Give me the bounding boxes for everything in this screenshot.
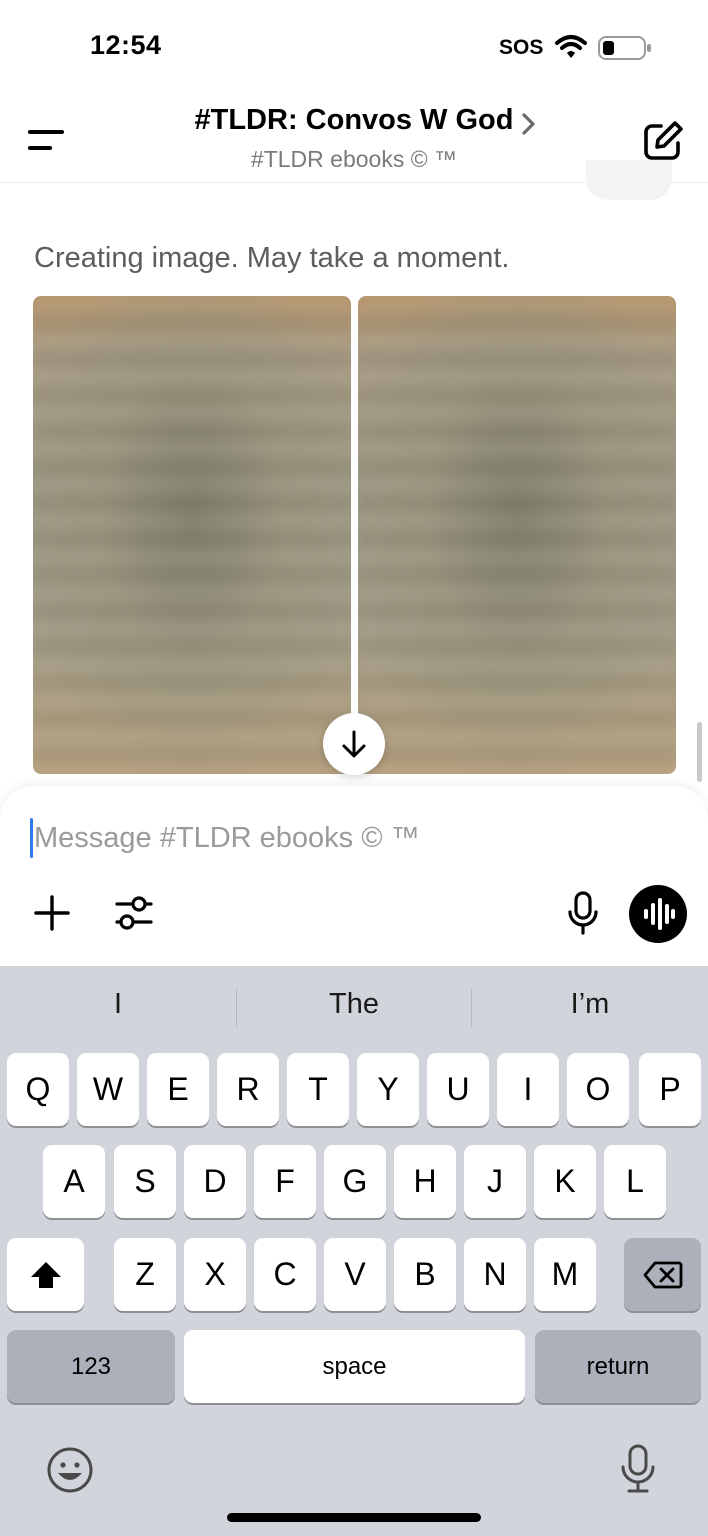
key-t[interactable]: T [287,1053,349,1126]
message-input[interactable] [34,816,654,860]
scroll-indicator[interactable] [697,722,702,782]
microphone-icon[interactable] [566,890,600,936]
key-o[interactable]: O [567,1053,629,1126]
status-carrier: SOS [499,36,544,59]
key-x[interactable]: X [184,1238,246,1311]
key-n[interactable]: N [464,1238,526,1311]
key-p[interactable]: P [639,1053,701,1126]
key-d[interactable]: D [184,1145,246,1218]
key-b[interactable]: B [394,1238,456,1311]
new-chat-icon[interactable] [640,118,686,164]
key-a[interactable]: A [43,1145,105,1218]
blurred-image-preview-1[interactable] [33,296,351,774]
key-c[interactable]: C [254,1238,316,1311]
sliders-icon[interactable] [113,893,155,933]
key-s[interactable]: S [114,1145,176,1218]
chevron-right-icon[interactable] [518,110,540,138]
key-z[interactable]: Z [114,1238,176,1311]
key-m[interactable]: M [534,1238,596,1311]
key-l[interactable]: L [604,1145,666,1218]
shift-icon [30,1261,61,1288]
composer-panel [0,786,708,966]
suggestion-3[interactable]: I’m [472,988,708,1021]
key-i[interactable]: I [497,1053,559,1126]
status-time: 12:54 [90,30,162,60]
text-caret [30,818,33,858]
key-y[interactable]: Y [357,1053,419,1126]
key-j[interactable]: J [464,1145,526,1218]
delete-key[interactable] [624,1238,701,1311]
home-indicator[interactable] [227,1513,481,1522]
key-u[interactable]: U [427,1053,489,1126]
microphone-icon[interactable] [618,1443,658,1495]
key-e[interactable]: E [147,1053,209,1126]
numbers-key[interactable]: 123 [7,1330,175,1403]
key-g[interactable]: G [324,1145,386,1218]
suggestion-2[interactable]: The [236,988,472,1021]
voice-mode-button[interactable] [629,885,687,943]
backspace-icon [643,1261,682,1288]
battery-low-icon [598,36,651,60]
shift-key[interactable] [7,1238,84,1311]
image-status-message: Creating image. May take a moment. [34,242,510,274]
emoji-icon[interactable] [45,1445,95,1495]
key-r[interactable]: R [217,1053,279,1126]
key-v[interactable]: V [324,1238,386,1311]
blurred-image-preview-2[interactable] [358,296,676,774]
return-key[interactable]: return [535,1330,701,1403]
key-w[interactable]: W [77,1053,139,1126]
suggestion-1[interactable]: I [0,988,236,1021]
scroll-down-button[interactable] [323,713,385,775]
voice-wave-icon [644,898,675,930]
key-h[interactable]: H [394,1145,456,1218]
previous-message-bubble [586,160,672,200]
key-f[interactable]: F [254,1145,316,1218]
space-key[interactable]: space [184,1330,525,1403]
key-q[interactable]: Q [7,1053,69,1126]
chat-title-button[interactable]: #TLDR: Convos W God [0,104,708,137]
wifi-icon [555,35,587,58]
plus-icon[interactable] [32,893,72,933]
arrow-down-icon [342,730,366,758]
key-k[interactable]: K [534,1145,596,1218]
chat-title: #TLDR: Convos W God [194,104,514,136]
